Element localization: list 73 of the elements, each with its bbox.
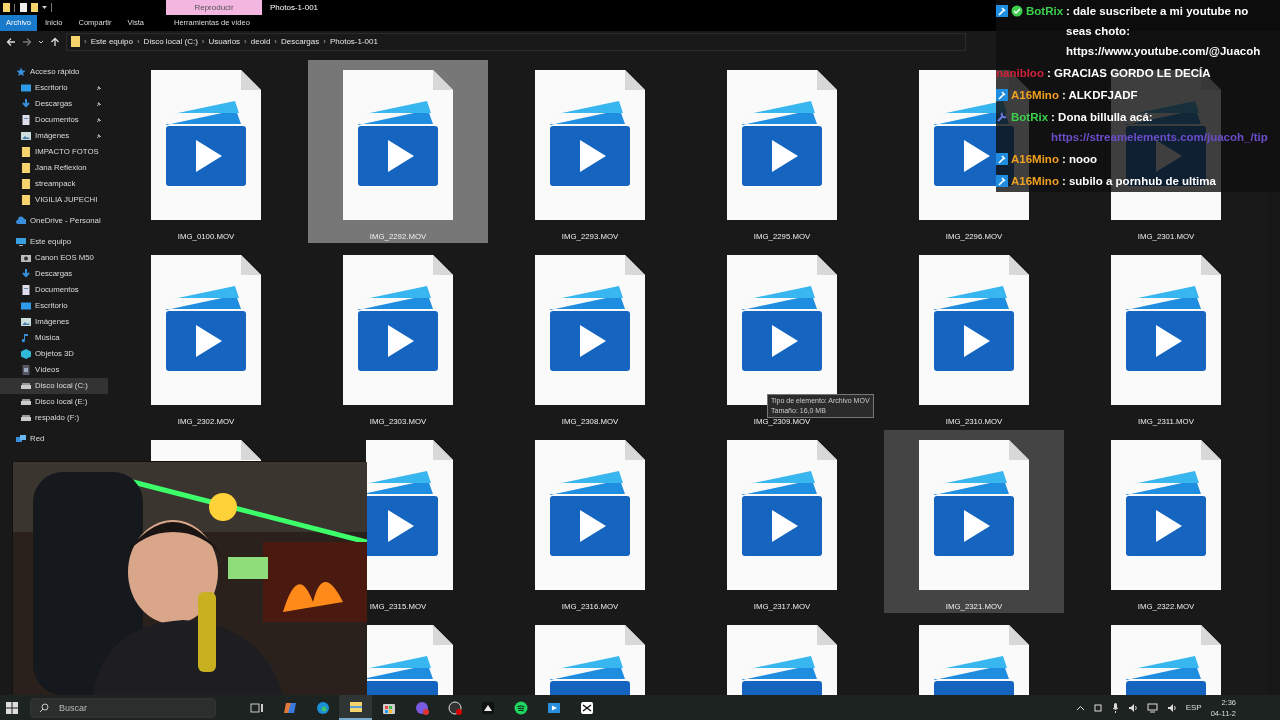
desktop-icon [21,83,31,93]
search-icon [39,702,49,713]
back-icon[interactable] [6,36,16,47]
video-file-icon[interactable] [151,440,261,461]
camera-icon[interactable] [1093,702,1103,713]
taskbar-button[interactable] [339,695,372,720]
window-title: Photos-1-001 [270,2,319,14]
video-icon [21,365,31,375]
cube-icon [21,349,31,359]
drive-icon [21,413,31,423]
breadcrumb-separator: › [136,35,140,48]
speaker-icon[interactable] [1166,702,1177,713]
music-note-icon [21,333,31,343]
editor-icon [579,700,594,715]
task-view-icon [249,700,264,715]
chat-app-icon [414,700,429,715]
chat-message: : ALKDFJADF [1061,88,1138,103]
breadcrumb-item[interactable]: Disco local (C:) [143,35,198,48]
context-tab-header: Reproducir [166,0,262,15]
chat-message: : subilo a pornhub de ultima [1061,174,1216,189]
chat-username: A16Mino [1011,152,1059,167]
download-icon [21,99,31,109]
browser-icon [315,700,330,715]
media-player-icon [546,700,561,715]
image-icon [21,131,31,141]
address-bar[interactable]: › Este equipo › Disco local (C:) › Usuarios › deoid › Descargas › Photos-1-001 [66,32,966,51]
chat-message: : nooo [1061,152,1098,167]
folder-icon [348,699,363,714]
cloud-icon [16,216,26,226]
network-icon[interactable] [1146,702,1158,713]
search-field[interactable]: Buscar [30,697,216,718]
document-icon [21,285,31,295]
breadcrumb-separator: › [274,35,277,48]
download-icon [21,269,31,279]
camera-icon [21,253,31,263]
music-app-icon [513,700,528,715]
forward-icon[interactable] [22,36,32,47]
breadcrumb-separator: › [323,35,326,48]
image-icon [21,317,31,327]
desktop-icon [21,301,31,311]
chat-username: BotRix [1026,4,1064,19]
computer-icon [16,237,26,247]
video-file-icon[interactable] [366,440,453,590]
chevron-up-icon[interactable] [1075,704,1085,711]
document-icon [21,115,31,125]
speaker-icon[interactable] [1127,702,1138,713]
breadcrumb-item[interactable]: Descargas [281,35,320,48]
star-icon [16,67,26,77]
breadcrumb-item[interactable]: Usuarios [208,35,241,48]
breadcrumb-item[interactable]: deoid [250,35,271,48]
microphone-icon[interactable] [1111,702,1119,713]
up-icon[interactable] [50,36,60,47]
chat-username: BotRix [1011,110,1049,125]
chat-message: : Dona billulla acá: [1051,110,1154,125]
start-icon[interactable] [6,701,18,714]
breadcrumb-separator: › [201,35,205,48]
drive-icon [21,397,31,407]
chat-username: A16Mino [1011,174,1059,189]
app-icon [480,700,495,715]
recorder-icon [447,700,462,715]
chat-message: : dale suscribete a mi youtube no seas choto: https://www.youtube.com/@Juacoh [1066,4,1262,59]
language-indicator[interactable]: ESP [1185,701,1202,714]
chat-username: A16Mino [1011,88,1059,103]
breadcrumb-separator: › [244,35,247,48]
network-icon [16,434,26,444]
chat-username: nanibloo [996,66,1044,81]
breadcrumb-separator: › [84,35,87,48]
breadcrumb-item[interactable]: Este equipo [90,35,133,48]
drive-icon [21,381,31,391]
folder-icon [71,36,80,47]
chat-message: : GRACIAS GORDO LE DECÍA [1046,66,1211,81]
breadcrumb-item[interactable]: Photos-1-001 [329,35,378,48]
copilot-icon [282,700,297,715]
